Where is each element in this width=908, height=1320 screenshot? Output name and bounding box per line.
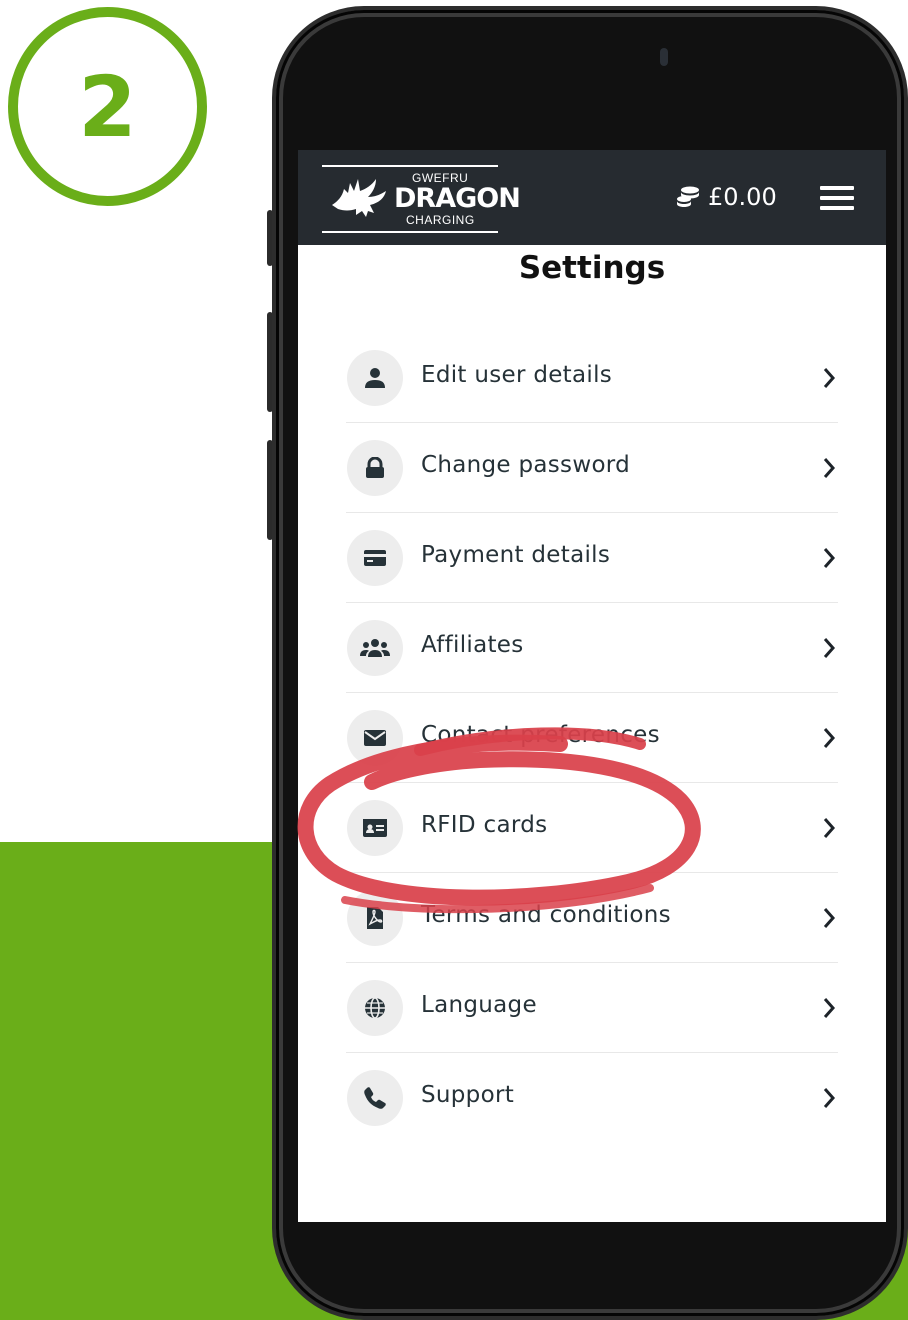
globe-icon xyxy=(347,980,403,1036)
settings-item-edit-user-details[interactable]: Edit user details xyxy=(346,333,838,423)
settings-item-label: Terms and conditions xyxy=(421,902,671,928)
settings-item-label: Payment details xyxy=(421,542,611,568)
logo-line-2: DRAGON xyxy=(394,183,521,214)
pdf-file-icon xyxy=(347,890,403,946)
chevron-right-icon xyxy=(823,998,836,1018)
hamburger-menu-button[interactable] xyxy=(820,186,854,210)
id-card-icon xyxy=(347,800,403,856)
phone-screen: GWEFRU DRAGON CHARGING £0.00 Settings Ed… xyxy=(298,150,886,1222)
settings-item-label: Affiliates xyxy=(421,632,524,658)
dragon-charging-logo[interactable]: GWEFRU DRAGON CHARGING xyxy=(322,165,521,233)
settings-item-payment-details[interactable]: Payment details xyxy=(346,513,838,603)
chevron-right-icon xyxy=(823,368,836,388)
settings-list: Edit user details Change password Paymen… xyxy=(346,333,838,1142)
phone-camera xyxy=(660,48,668,66)
chevron-right-icon xyxy=(823,458,836,478)
envelope-icon xyxy=(347,710,403,766)
wallet-amount: £0.00 xyxy=(708,183,777,211)
chevron-right-icon xyxy=(823,1088,836,1108)
settings-item-label: Contact preferences xyxy=(421,722,660,748)
chevron-right-icon xyxy=(823,728,836,748)
settings-item-terms-and-conditions[interactable]: Terms and conditions xyxy=(346,873,838,963)
users-icon xyxy=(347,620,403,676)
settings-item-contact-preferences[interactable]: Contact preferences xyxy=(346,693,838,783)
chevron-right-icon xyxy=(823,548,836,568)
settings-item-label: Edit user details xyxy=(421,362,613,388)
settings-item-language[interactable]: Language xyxy=(346,963,838,1053)
settings-item-rfid-cards[interactable]: RFID cards xyxy=(346,783,838,873)
settings-item-label: RFID cards xyxy=(421,812,548,838)
credit-card-icon xyxy=(347,530,403,586)
page-title: Settings xyxy=(518,250,666,286)
dragon-icon xyxy=(332,179,386,217)
settings-item-change-password[interactable]: Change password xyxy=(346,423,838,513)
app-header: GWEFRU DRAGON CHARGING £0.00 xyxy=(298,150,886,245)
settings-item-label: Language xyxy=(421,992,537,1018)
user-icon xyxy=(347,350,403,406)
menu-bar xyxy=(820,196,854,200)
lock-icon xyxy=(347,440,403,496)
coins-icon xyxy=(677,186,699,207)
settings-item-label: Support xyxy=(421,1082,515,1108)
phone-icon xyxy=(347,1070,403,1126)
wallet-balance[interactable]: £0.00 xyxy=(676,182,777,212)
logo-line-3: CHARGING xyxy=(406,213,475,227)
chevron-right-icon xyxy=(823,638,836,658)
chevron-right-icon xyxy=(823,818,836,838)
settings-item-affiliates[interactable]: Affiliates xyxy=(346,603,838,693)
menu-bar xyxy=(820,186,854,190)
chevron-right-icon xyxy=(823,908,836,928)
step-number: 2 xyxy=(78,57,137,156)
settings-item-support[interactable]: Support xyxy=(346,1053,838,1142)
step-number-badge: 2 xyxy=(8,7,207,206)
menu-bar xyxy=(820,206,854,210)
settings-item-label: Change password xyxy=(421,452,631,478)
